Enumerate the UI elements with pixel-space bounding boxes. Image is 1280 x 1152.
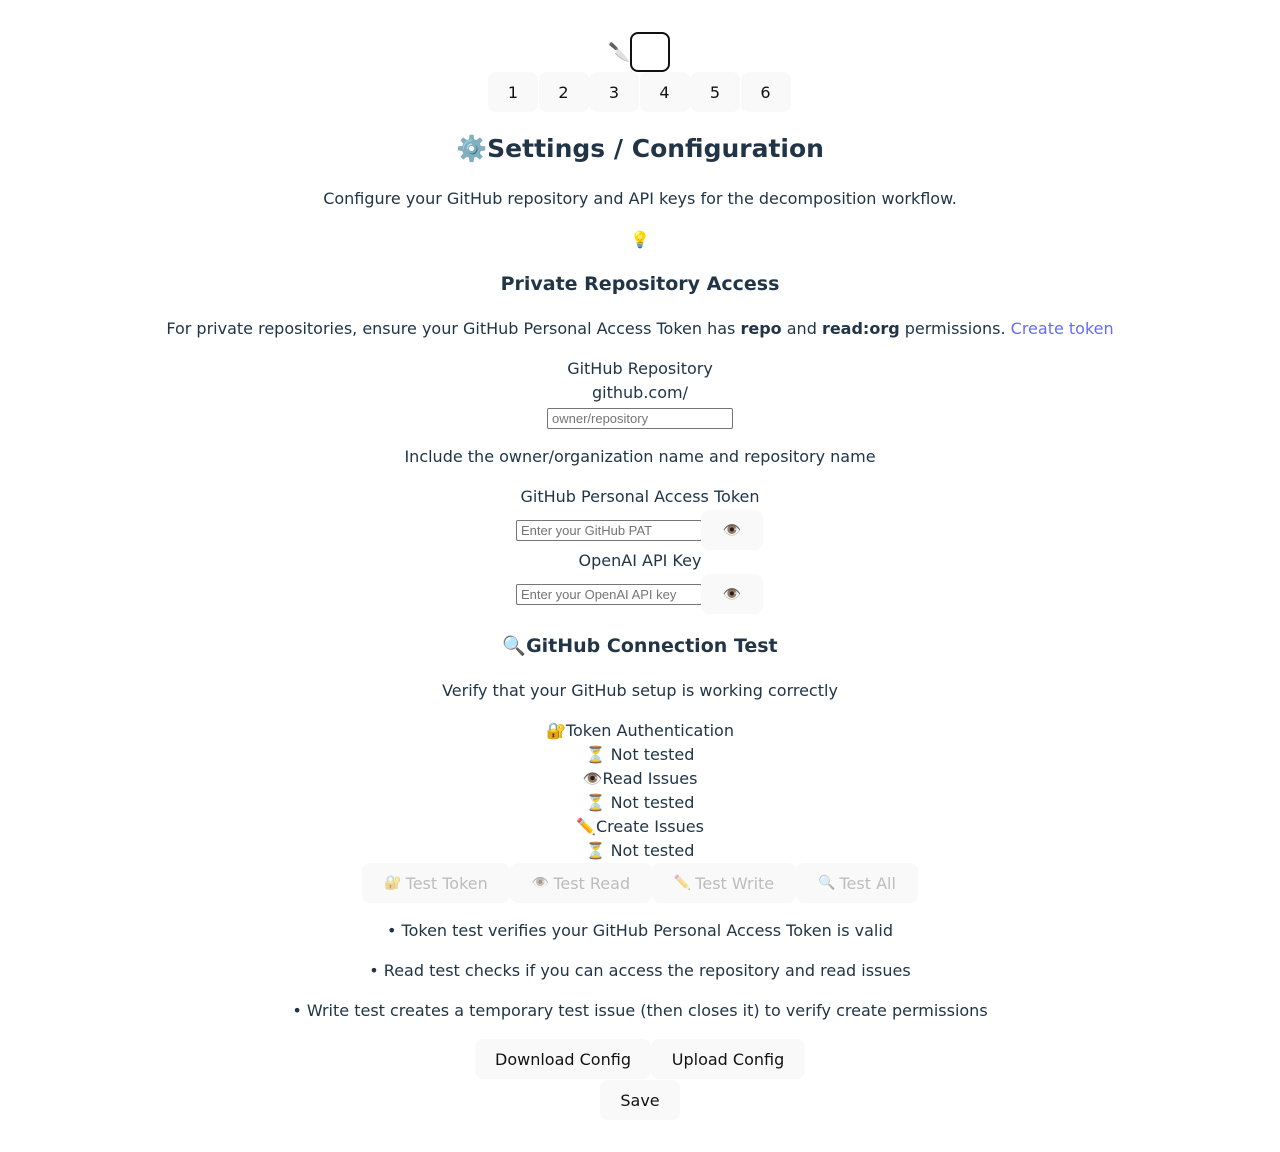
openai-input[interactable] [516, 584, 702, 605]
eye-icon: 👁️ [531, 875, 550, 891]
pencil-icon: ✏️ [673, 875, 692, 891]
connection-test-heading: 🔍GitHub Connection Test [0, 633, 1280, 659]
test-write-button[interactable]: ✏️ Test Write [652, 863, 796, 903]
toggle-pat-visibility-button[interactable]: 👁️ [701, 510, 763, 550]
check-token-label: 🔐Token Authentication [0, 719, 1280, 743]
pencil-icon: ✏️ [576, 817, 596, 836]
repo-label: GitHub Repository [567, 359, 713, 378]
step-button-4[interactable]: 4 [639, 72, 690, 112]
private-access-and: and [781, 319, 822, 338]
logo-row: 🔪 [608, 32, 670, 72]
test-write-label: Test Write [695, 873, 775, 893]
lock-icon: 🔐 [546, 721, 566, 740]
create-token-link[interactable]: Create token [1011, 319, 1114, 338]
test-token-label: Test Token [405, 873, 488, 893]
check-read-label: 👁️Read Issues [0, 767, 1280, 791]
private-access-text-end: permissions. [899, 319, 1011, 338]
step-button-6[interactable]: 6 [740, 72, 791, 112]
test-token-button[interactable]: 🔐 Test Token [362, 863, 510, 903]
page-description: Configure your GitHub repository and API… [323, 189, 957, 208]
download-config-button[interactable]: Download Config [475, 1039, 651, 1079]
step-button-5[interactable]: 5 [690, 72, 740, 112]
knife-icon: 🔪 [608, 41, 631, 63]
magnifier-icon: 🔍 [502, 635, 527, 657]
test-button-row: 🔐 Test Token 👁️ Test Read ✏️ Test Write 🔍 Te… [362, 863, 918, 903]
test-all-label: Test All [839, 873, 896, 893]
check-read-label-text: Read Issues [602, 769, 698, 788]
repo-prefix: github.com/ [592, 383, 688, 402]
eye-icon: 👁️ [722, 522, 742, 539]
upload-config-button[interactable]: Upload Config [651, 1039, 805, 1079]
perm-repo: repo [740, 319, 782, 338]
eye-icon: 👁️ [582, 769, 603, 788]
note-read: • Read test checks if you can access the… [369, 961, 911, 980]
lightbulb-icon: 💡 [630, 230, 650, 249]
pat-input[interactable] [516, 520, 702, 541]
check-write-status: ⏳ Not tested [585, 841, 695, 860]
page-title: ⚙️Settings / Configuration [0, 132, 1280, 166]
test-read-button[interactable]: 👁️ Test Read [510, 863, 652, 903]
save-button[interactable]: Save [600, 1080, 680, 1120]
check-token-status: ⏳ Not tested [585, 745, 695, 764]
gear-icon: ⚙️ [456, 134, 488, 163]
pat-label: GitHub Personal Access Token [520, 487, 760, 506]
page-title-text: Settings / Configuration [487, 134, 824, 163]
eye-icon: 👁️ [722, 586, 742, 603]
step-button-1[interactable]: 1 [488, 72, 538, 112]
check-write-label-text: Create Issues [595, 817, 704, 836]
magnifier-icon: 🔍 [818, 875, 836, 891]
step-nav: 1 2 3 4 5 6 [488, 72, 791, 112]
step-button-3[interactable]: 3 [589, 72, 639, 112]
settings-page: 🔪 1 2 3 4 5 6 ⚙️Settings / Configuration… [0, 0, 1280, 1152]
check-token-label-text: Token Authentication [565, 721, 734, 740]
private-access-text-start: For private repositories, ensure your Gi… [166, 319, 741, 338]
note-write: • Write test creates a temporary test is… [292, 1001, 988, 1020]
connection-test-description: Verify that your GitHub setup is working… [442, 681, 838, 700]
toggle-openai-visibility-button[interactable]: 👁️ [701, 574, 763, 614]
check-read-status: ⏳ Not tested [585, 793, 695, 812]
repo-hint: Include the owner/organization name and … [404, 447, 876, 466]
private-access-heading: Private Repository Access [500, 273, 780, 295]
openai-label: OpenAI API Key [578, 551, 702, 570]
test-all-button[interactable]: 🔍 Test All [796, 863, 918, 903]
private-access-text: For private repositories, ensure your Gi… [0, 317, 1280, 341]
repo-input[interactable] [547, 408, 733, 429]
step-button-2[interactable]: 2 [538, 72, 589, 112]
check-write-label: ✏️Create Issues [0, 815, 1280, 839]
connection-test-heading-text: GitHub Connection Test [526, 635, 778, 657]
test-read-label: Test Read [553, 873, 631, 893]
note-token: • Token test verifies your GitHub Person… [387, 921, 893, 940]
lock-icon: 🔐 [384, 875, 402, 891]
logo-box [630, 32, 670, 72]
perm-read-org: read:org [821, 319, 900, 338]
